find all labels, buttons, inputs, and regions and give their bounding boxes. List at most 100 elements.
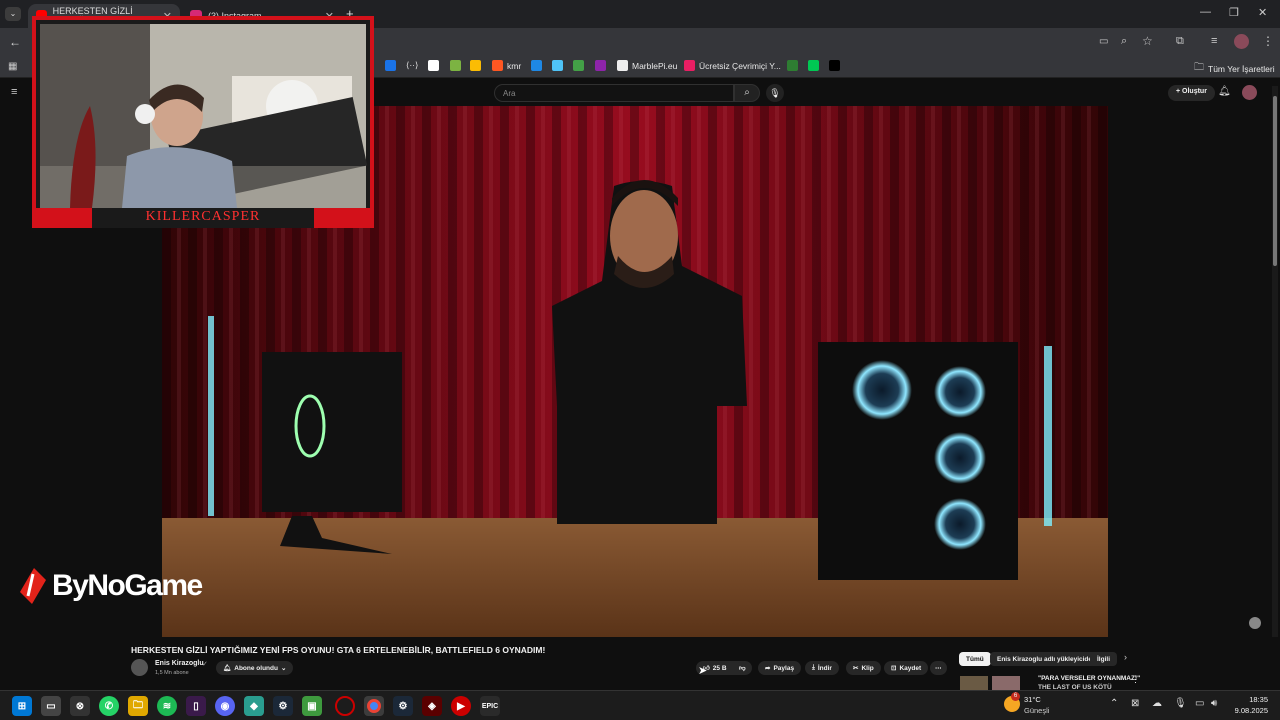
extensions-icon[interactable]: ⧉ — [1176, 35, 1184, 48]
bookmark-favicon-icon — [470, 60, 481, 71]
bookmark-label: ⟨··⟩ — [406, 60, 419, 70]
volume-icon[interactable]: 🔊︎ — [1211, 698, 1217, 709]
bookmark-favicon-icon — [684, 60, 695, 71]
apps-grid-icon[interactable]: ▦ — [8, 61, 17, 72]
bookmark-item[interactable]: ⟨··⟩ — [406, 60, 418, 71]
bookmark-favicon-icon — [787, 60, 798, 71]
chip-all[interactable]: Tümü — [959, 652, 991, 666]
xbox-icon[interactable]: ⊗ — [70, 696, 90, 716]
verified-icon: ✓ — [202, 661, 208, 668]
window-close-icon[interactable]: ✕ — [1258, 6, 1267, 19]
bookmark-icon: ⊡ — [891, 665, 897, 672]
msi-icon[interactable]: ◈ — [422, 696, 442, 716]
media-icon[interactable]: ≡ — [1211, 35, 1217, 47]
channel-name[interactable]: Enis Kirazoglu — [155, 660, 204, 667]
hamburger-menu-icon[interactable]: ≡ — [11, 86, 17, 98]
zoom-icon[interactable]: ⌕ — [1121, 35, 1127, 48]
file-explorer-icon[interactable]: 🗀 — [128, 696, 148, 716]
app-green-icon[interactable]: ◆ — [244, 696, 264, 716]
tray-app-icon[interactable]: ⊠ — [1131, 698, 1139, 709]
bookmark-item[interactable] — [470, 60, 481, 71]
bookmark-item[interactable]: kmr — [492, 60, 521, 71]
bookmark-item[interactable] — [808, 60, 819, 71]
opera-icon[interactable] — [335, 696, 355, 716]
bookmark-item[interactable]: MarblePi.eu — [617, 60, 677, 71]
minecraft-icon[interactable]: ▣ — [302, 696, 322, 716]
steam-icon-2[interactable]: ⚙ — [393, 696, 413, 716]
tab-search-button[interactable]: ⌄ — [5, 7, 21, 21]
recommended-title[interactable]: "PARA VERSELER OYNANMAZ!" — [1038, 675, 1140, 682]
like-count: 25 B — [712, 664, 727, 672]
cloud-icon[interactable]: ☁ — [1152, 698, 1162, 709]
save-label: Kaydet — [899, 664, 922, 672]
bell-icon: 🔔︎ — [223, 665, 232, 672]
folder-icon: 🗀 — [1194, 62, 1204, 73]
subscriber-count: 1,5 Mn abone — [155, 670, 189, 676]
notifications-icon[interactable]: 🔔︎ — [1218, 86, 1231, 97]
cast-icon[interactable]: ▭ — [1099, 36, 1108, 47]
account-avatar[interactable] — [1242, 85, 1257, 100]
chip-from-uploader[interactable]: Enis Kirazoglu adlı yükleyiciden — [990, 652, 1103, 666]
network-icon[interactable]: ▭ — [1195, 698, 1204, 709]
bookmark-item[interactable] — [531, 60, 542, 71]
star-icon[interactable]: ☆ — [1142, 34, 1153, 48]
recommended-thumbnail-1[interactable] — [960, 676, 988, 690]
all-bookmarks-folder[interactable]: 🗀 Tüm Yer İşaretleri — [1194, 60, 1275, 77]
recommended-menu-icon[interactable]: ⋮ — [1131, 674, 1140, 685]
download-button[interactable]: ⤓ İndir — [805, 661, 839, 675]
task-view-icon[interactable]: ▭ — [41, 696, 61, 716]
chrome-icon[interactable] — [364, 696, 384, 716]
create-button[interactable]: + Oluştur — [1168, 85, 1215, 101]
clock-date[interactable]: 9.08.2025 — [1224, 706, 1268, 715]
bookmark-item[interactable] — [450, 60, 461, 71]
search-icon: ⌕ — [744, 87, 750, 98]
save-button[interactable]: ⊡ Kaydet — [884, 661, 929, 675]
whatsapp-icon[interactable]: ✆ — [99, 696, 119, 716]
tray-chevron-icon[interactable]: ⌃ — [1110, 698, 1118, 709]
media-player-icon[interactable]: ▶ — [451, 696, 471, 716]
clip-button[interactable]: ✂ Klip — [846, 661, 881, 675]
twitch-icon[interactable]: ▯ — [186, 696, 206, 716]
page-scrollbar[interactable] — [1272, 86, 1278, 686]
start-windows-icon[interactable]: ⊞ — [12, 696, 32, 716]
bookmark-favicon-icon — [573, 60, 584, 71]
steam-icon[interactable]: ⚙ — [273, 696, 293, 716]
bookmark-item[interactable] — [428, 60, 439, 71]
profile-avatar[interactable] — [1234, 34, 1249, 49]
channel-avatar[interactable] — [131, 659, 148, 676]
bookmark-item[interactable] — [829, 60, 840, 71]
mic-tray-icon[interactable]: 🎙︎ — [1174, 698, 1187, 709]
bookmark-item[interactable] — [552, 60, 563, 71]
bookmark-item[interactable]: Ücretsiz Çevrimiçi Y... — [684, 60, 781, 71]
weather-temp[interactable]: 31°C — [1024, 695, 1041, 704]
download-icon: ⤓ — [812, 664, 815, 671]
voice-search-button[interactable]: 🎙︎ — [766, 84, 784, 102]
chevron-down-icon: ⌄ — [280, 665, 287, 672]
clock-time[interactable]: 18:35 — [1232, 695, 1268, 704]
restore-icon[interactable]: ❐ — [1229, 6, 1239, 19]
epic-games-icon[interactable]: EPIC — [480, 696, 500, 716]
discord-icon[interactable]: ◉ — [215, 696, 235, 716]
more-actions-button[interactable]: ⋯ — [930, 661, 947, 675]
dislike-button[interactable]: 👎︎ — [733, 661, 752, 675]
chip-related[interactable]: İlgili — [1090, 652, 1117, 666]
webcam-frame — [32, 16, 374, 228]
spotify-icon[interactable]: ≋ — [157, 696, 177, 716]
scrollbar-thumb[interactable] — [1273, 96, 1277, 266]
minimize-icon[interactable]: — — [1200, 6, 1211, 18]
subscribed-button[interactable]: 🔔︎ Abone olundu ⌄ — [216, 661, 294, 675]
video-title: HERKESTEN GİZLİ YAPTIĞIMIZ YENİ FPS OYUN… — [131, 645, 546, 655]
bookmark-item[interactable] — [787, 60, 798, 71]
menu-icon[interactable]: ⋮ — [1262, 34, 1274, 48]
search-button[interactable]: ⌕ — [734, 84, 760, 102]
bookmark-item[interactable] — [573, 60, 584, 71]
weather-desc[interactable]: Güneşli — [1024, 706, 1049, 715]
bookmark-item[interactable] — [385, 60, 396, 71]
recommended-thumbnail-2[interactable] — [992, 676, 1020, 690]
chevron-right-icon[interactable]: › — [1124, 652, 1127, 662]
share-button[interactable]: ➦ Paylaş — [758, 661, 802, 675]
bookmark-item[interactable] — [595, 60, 606, 71]
bookmark-favicon-icon — [450, 60, 461, 71]
search-input[interactable]: Ara — [494, 84, 734, 102]
back-icon[interactable]: ← — [9, 35, 21, 49]
